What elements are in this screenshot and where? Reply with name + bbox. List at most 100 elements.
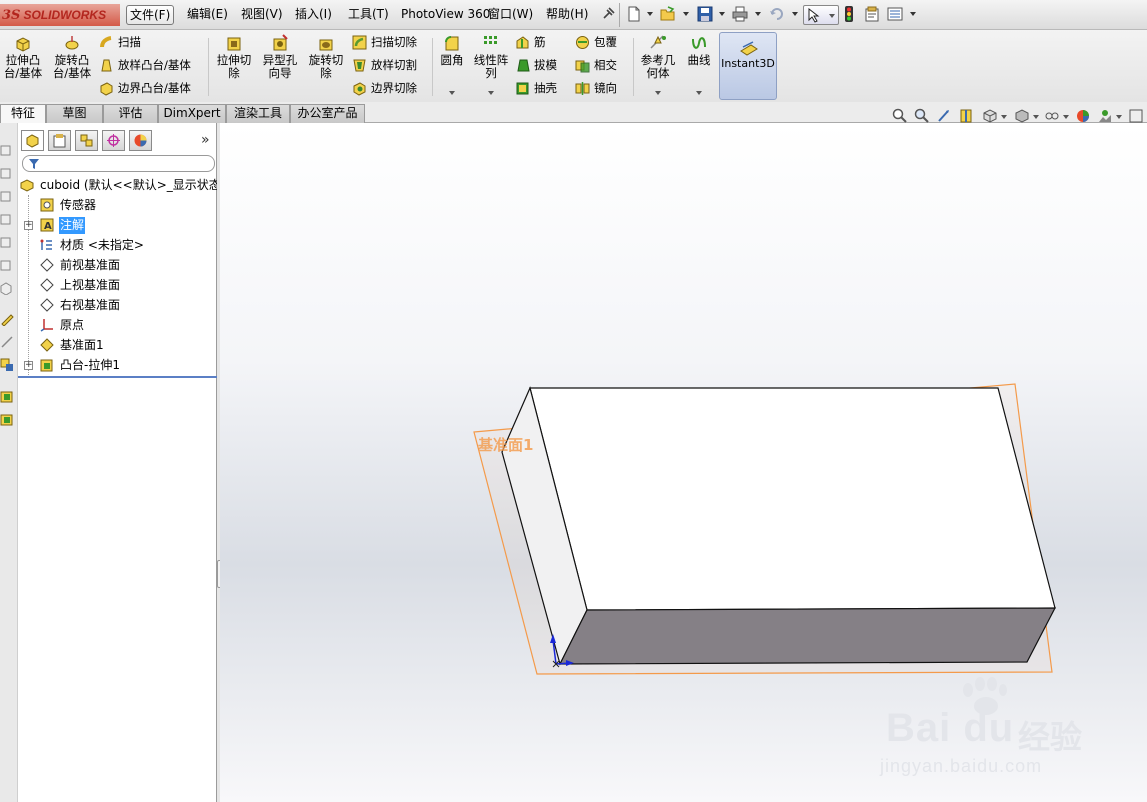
menu-insert[interactable]: 插入(I)	[292, 5, 335, 25]
view-settings-icon[interactable]	[1128, 108, 1144, 124]
reference-geometry-button[interactable]: 参考几何体	[638, 34, 678, 80]
view-cube-icon[interactable]	[0, 143, 14, 157]
open-dropdown-arrow[interactable]	[683, 12, 689, 16]
pin-icon[interactable]	[600, 6, 616, 22]
boundary-cut-icon	[353, 82, 366, 96]
hide-show-dropdown[interactable]	[1063, 115, 1069, 119]
undo-dropdown-arrow[interactable]	[792, 12, 798, 16]
menu-help[interactable]: 帮助(H)	[543, 5, 591, 25]
select-button[interactable]	[803, 5, 839, 25]
fillet-dropdown-arrow[interactable]	[449, 91, 455, 95]
view-orientation-dropdown[interactable]	[1001, 115, 1007, 119]
feature-filter-input[interactable]	[22, 155, 215, 172]
hole-wizard-button[interactable]: 异型孔向导	[259, 34, 301, 80]
sweep-button[interactable]: 扫描	[99, 33, 141, 51]
cut-small-icon[interactable]	[0, 412, 14, 426]
fillet-button[interactable]: 圆角	[437, 34, 467, 67]
mirror-button[interactable]: 镜向	[575, 79, 617, 97]
expand-panel-chevron-icon[interactable]: »	[201, 132, 210, 148]
print-dropdown-arrow[interactable]	[755, 12, 761, 16]
linear-pattern-button[interactable]: 线性阵列	[472, 34, 510, 80]
new-dropdown-arrow[interactable]	[647, 12, 653, 16]
expand-toggle-icon[interactable]: +	[24, 221, 33, 230]
revolve-cut-button[interactable]: 旋转切除	[305, 34, 347, 80]
rib-button[interactable]: 筋	[515, 33, 546, 51]
boundary-cut-label: 边界切除	[371, 81, 417, 95]
menu-file[interactable]: 文件(F)	[126, 5, 175, 25]
tab-dimxpert-manager[interactable]	[102, 130, 125, 151]
tab-configuration-manager[interactable]	[75, 130, 98, 151]
rebuild-traffic-light-icon[interactable]	[843, 6, 855, 22]
display-style-icon[interactable]	[1014, 108, 1030, 124]
boundary-cut-button[interactable]: 边界切除	[352, 79, 417, 97]
extrude-cut-button[interactable]: 拉伸切除	[213, 34, 255, 80]
tree-item-label: 上视基准面	[60, 278, 121, 292]
extrude-boss-button[interactable]: 拉伸凸台/基体	[2, 34, 44, 80]
lofted-cut-button[interactable]: 放样切割	[352, 56, 417, 74]
extrude-small-icon[interactable]	[0, 389, 14, 403]
assembly-icon[interactable]	[0, 358, 14, 372]
intersect-button[interactable]: 相交	[575, 56, 617, 74]
menu-edit[interactable]: 编辑(E)	[184, 5, 231, 25]
menu-view[interactable]: 视图(V)	[238, 5, 286, 25]
view-cube-icon[interactable]	[0, 258, 14, 272]
new-document-icon[interactable]	[626, 6, 642, 22]
swept-cut-button[interactable]: 扫描切除	[352, 33, 417, 51]
save-icon[interactable]	[697, 6, 713, 22]
section-view-icon[interactable]	[958, 108, 974, 124]
tab-property-manager[interactable]	[48, 130, 71, 151]
menu-photoview[interactable]: PhotoView 360	[398, 5, 493, 25]
draft-button[interactable]: 拔模	[515, 56, 557, 74]
view-isometric-icon[interactable]	[0, 281, 14, 295]
previous-view-icon[interactable]	[936, 108, 952, 124]
tab-sketch[interactable]: 草图	[46, 104, 103, 123]
rollback-bar[interactable]	[18, 376, 217, 378]
sketch-pencil-icon[interactable]	[0, 312, 14, 326]
loft-boss-icon	[101, 59, 112, 72]
view-cube-icon[interactable]	[0, 189, 14, 203]
save-dropdown-arrow[interactable]	[719, 12, 725, 16]
expand-toggle-icon[interactable]: +	[24, 361, 33, 370]
pattern-dropdown-arrow[interactable]	[488, 91, 494, 95]
file-properties-icon[interactable]	[864, 6, 880, 22]
tab-render-tools[interactable]: 渲染工具	[226, 104, 290, 123]
tab-features[interactable]: 特征	[0, 104, 46, 124]
smart-dimension-icon[interactable]	[0, 335, 14, 349]
shell-button[interactable]: 抽壳	[515, 79, 557, 97]
tab-display-manager[interactable]	[129, 130, 152, 151]
edit-appearance-icon[interactable]	[1075, 108, 1091, 124]
view-cube-icon[interactable]	[0, 166, 14, 180]
hide-show-items-icon[interactable]	[1044, 108, 1060, 124]
zoom-to-fit-icon[interactable]	[892, 108, 908, 124]
ref-geometry-dropdown-arrow[interactable]	[655, 91, 661, 95]
options-icon[interactable]	[887, 6, 903, 22]
display-style-dropdown[interactable]	[1033, 115, 1039, 119]
tab-feature-tree[interactable]	[21, 130, 44, 151]
boundary-boss-button[interactable]: 边界凸台/基体	[99, 79, 191, 97]
mirror-icon	[575, 82, 590, 95]
zoom-to-area-icon[interactable]	[914, 108, 930, 124]
view-cube-icon[interactable]	[0, 235, 14, 249]
tab-evaluate[interactable]: 评估	[103, 104, 158, 123]
tab-office-products[interactable]: 办公室产品	[290, 104, 365, 123]
curves-dropdown-arrow[interactable]	[696, 91, 702, 95]
solidworks-logo[interactable]: 3S SOLIDWORKS	[0, 4, 120, 26]
apply-scene-icon[interactable]	[1097, 108, 1113, 124]
undo-icon[interactable]	[769, 6, 785, 22]
open-folder-icon[interactable]	[660, 6, 676, 22]
tab-dimxpert[interactable]: DimXpert	[158, 104, 226, 123]
mirror-label: 镜向	[594, 81, 617, 95]
revolve-boss-button[interactable]: 旋转凸台/基体	[50, 34, 94, 80]
wrap-button[interactable]: 包覆	[575, 33, 617, 51]
menu-window[interactable]: 窗口(W)	[485, 5, 536, 25]
options-dropdown-arrow[interactable]	[910, 12, 916, 16]
view-orientation-icon[interactable]	[982, 108, 998, 124]
instant3d-button[interactable]: Instant3D	[719, 32, 777, 100]
view-cube-icon[interactable]	[0, 212, 14, 226]
apply-scene-dropdown[interactable]	[1116, 115, 1122, 119]
select-dropdown-arrow[interactable]	[829, 14, 835, 18]
print-icon[interactable]	[732, 6, 748, 22]
menu-tools[interactable]: 工具(T)	[345, 5, 392, 25]
loft-boss-button[interactable]: 放样凸台/基体	[99, 56, 191, 74]
curves-button[interactable]: 曲线	[683, 34, 715, 67]
